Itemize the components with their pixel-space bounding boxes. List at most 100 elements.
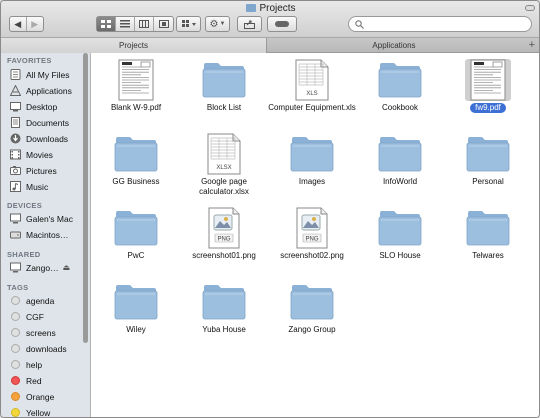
sidebar-tag-screens[interactable]: screens [9, 325, 85, 340]
file-item[interactable]: XLSX Google page calculator.xlsx [180, 133, 268, 197]
all-files-icon [9, 69, 21, 80]
tags-button[interactable] [267, 16, 297, 32]
hard-drive-icon [9, 229, 21, 240]
sidebar-tag-agenda[interactable]: agenda [9, 293, 85, 308]
new-tab-button[interactable]: + [529, 39, 535, 51]
item-label: PwC [127, 251, 145, 260]
back-forward-control: ◀ ▶ [9, 16, 44, 32]
sidebar-tag-downloads[interactable]: downloads [9, 341, 85, 356]
spreadsheet-icon: XLS [295, 59, 329, 101]
folder-item[interactable]: Personal [444, 133, 532, 187]
sidebar-tag-help[interactable]: help [9, 357, 85, 372]
folder-item[interactable]: InfoWorld [356, 133, 444, 187]
sidebar-item-applications[interactable]: Applications [9, 83, 85, 98]
tag-color-dot [11, 296, 20, 305]
computer-icon [9, 213, 21, 224]
server-icon [9, 262, 21, 273]
main-scrollbar[interactable] [532, 53, 538, 417]
png-image-icon: PNG [296, 207, 328, 249]
sidebar-tag-orange[interactable]: Orange [9, 389, 85, 404]
item-label: screenshot02.png [280, 251, 344, 260]
item-label: InfoWorld [382, 177, 418, 186]
tag-color-dot [11, 312, 20, 321]
sidebar-item-label: Yellow [26, 407, 51, 418]
sidebar-item-music[interactable]: Music [9, 179, 85, 194]
icon-view-button[interactable] [97, 17, 116, 31]
folder-icon [290, 285, 334, 320]
sidebar-item-all-my-files[interactable]: All My Files [9, 67, 85, 82]
folder-item[interactable]: PwC [92, 207, 180, 261]
sidebar-item-label: Zango… [26, 262, 59, 273]
file-item[interactable]: XLS Computer Equipment.xls [268, 59, 356, 113]
sidebar-item-label: Documents [26, 117, 69, 128]
tab-projects[interactable]: Projects [1, 38, 267, 53]
folder-item[interactable]: Wiley [92, 281, 180, 335]
sidebar-tag-red[interactable]: Red [9, 373, 85, 388]
eject-icon[interactable]: ⏏ [63, 263, 71, 272]
sidebar-item-movies[interactable]: Movies [9, 147, 85, 162]
item-thumbnail: XLSX [201, 133, 247, 175]
sidebar-item-galens-mac[interactable]: Galen's Mac [9, 211, 85, 226]
item-label: Images [298, 177, 326, 186]
list-view-button[interactable] [116, 17, 135, 31]
arrange-button[interactable] [176, 16, 201, 32]
sidebar-item-label: CGF [26, 311, 44, 322]
back-button[interactable]: ◀ [10, 17, 27, 31]
folder-item[interactable]: Cookbook [356, 59, 444, 113]
sidebar-tag-yellow[interactable]: Yellow [9, 405, 85, 418]
sidebar-item-label: Macintos… [26, 229, 69, 240]
item-thumbnail [289, 281, 335, 323]
item-thumbnail [113, 133, 159, 175]
forward-button[interactable]: ▶ [27, 17, 43, 31]
item-label: Personal [472, 177, 504, 186]
folder-icon [246, 4, 257, 12]
folder-item[interactable]: Zango Group [268, 281, 356, 335]
file-item[interactable]: PNG screenshot01.png [180, 207, 268, 261]
toolbar-toggle-button[interactable] [525, 5, 535, 11]
sidebar-item-desktop[interactable]: Desktop [9, 99, 85, 114]
folder-item[interactable]: Images [268, 133, 356, 187]
sidebar-item-label: Galen's Mac [26, 213, 73, 224]
file-item[interactable]: Blank W-9.pdf [92, 59, 180, 113]
folder-icon [378, 211, 422, 246]
folder-item[interactable]: GG Business [92, 133, 180, 187]
folder-item[interactable]: Yuba House [180, 281, 268, 335]
share-button[interactable] [237, 16, 262, 32]
sidebar-item-documents[interactable]: Documents [9, 115, 85, 130]
folder-item[interactable]: Block List [180, 59, 268, 113]
sidebar-item-macintosh-hd[interactable]: Macintos… [9, 227, 85, 242]
tab-applications[interactable]: Applications [267, 38, 521, 53]
sidebar-item-downloads[interactable]: Downloads [9, 131, 85, 146]
action-button[interactable]: ⚙ ▼ [205, 16, 230, 32]
svg-text:PNG: PNG [217, 237, 230, 243]
item-thumbnail [113, 281, 159, 323]
sidebar-item-label: Downloads [26, 133, 69, 144]
file-item[interactable]: PNG screenshot02.png [268, 207, 356, 261]
sidebar-item-label: agenda [26, 295, 55, 306]
file-item[interactable]: fw9.pdf [444, 59, 532, 113]
folder-item[interactable]: Telwares [444, 207, 532, 261]
item-label: Wiley [126, 325, 146, 334]
sidebar-item-label: Movies [26, 149, 53, 160]
downloads-icon [9, 133, 21, 144]
tag-color-dot [11, 328, 20, 337]
sidebar-item-zango[interactable]: Zango… ⏏ [9, 260, 85, 275]
title-toolbar: Projects ◀ ▶ ⚙ ▼ [1, 1, 539, 38]
sidebar-item-pictures[interactable]: Pictures [9, 163, 85, 178]
item-thumbnail: PNG [289, 207, 335, 249]
pictures-icon [9, 165, 21, 176]
search-input[interactable] [368, 19, 518, 29]
svg-text:PNG: PNG [305, 237, 318, 243]
tags-header: TAGS [7, 283, 29, 292]
tag-color-dot [11, 408, 20, 417]
item-thumbnail: XLS [289, 59, 335, 101]
sidebar-item-label: Desktop [26, 101, 58, 112]
coverflow-view-button[interactable] [154, 17, 173, 31]
search-field[interactable] [348, 16, 532, 32]
sidebar-tag-cgf[interactable]: CGF [9, 309, 85, 324]
column-view-icon [139, 20, 149, 28]
column-view-button[interactable] [135, 17, 154, 31]
folder-item[interactable]: SLO House [356, 207, 444, 261]
item-thumbnail [289, 133, 335, 175]
item-thumbnail [113, 59, 159, 101]
